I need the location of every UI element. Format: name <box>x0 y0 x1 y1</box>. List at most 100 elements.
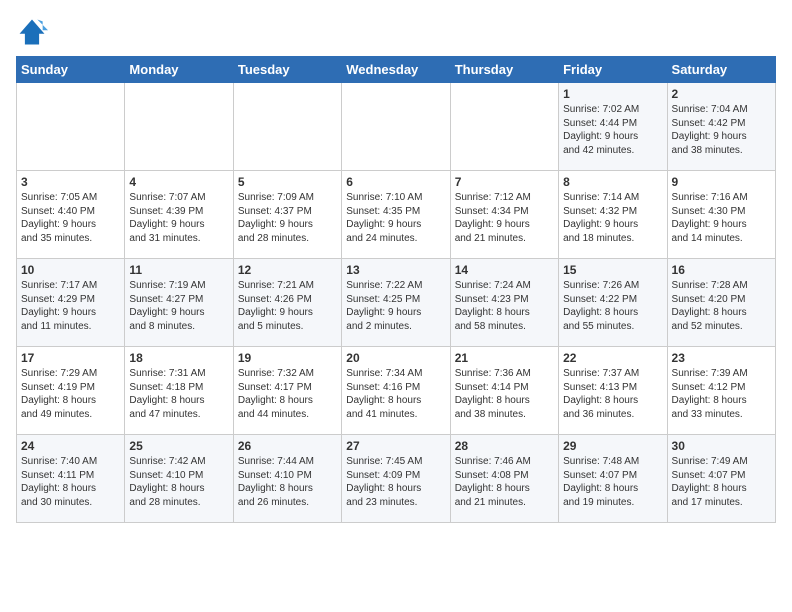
day-number: 22 <box>563 351 662 365</box>
day-cell: 1 Sunrise: 7:02 AM Sunset: 4:44 PM Daylig… <box>559 83 667 171</box>
day-number: 19 <box>238 351 337 365</box>
day-number: 4 <box>129 175 228 189</box>
day-info: Sunrise: 7:24 AM Sunset: 4:23 PM Dayligh… <box>455 279 554 333</box>
day-number: 11 <box>129 263 228 277</box>
day-number: 12 <box>238 263 337 277</box>
day-info: Sunrise: 7:09 AM Sunset: 4:37 PM Dayligh… <box>238 191 337 245</box>
day-info: Sunrise: 7:39 AM Sunset: 4:12 PM Dayligh… <box>672 367 771 421</box>
day-cell: 15 Sunrise: 7:26 AM Sunset: 4:22 PM Dayli… <box>559 259 667 347</box>
day-cell: 22 Sunrise: 7:37 AM Sunset: 4:13 PM Dayli… <box>559 347 667 435</box>
day-info: Sunrise: 7:45 AM Sunset: 4:09 PM Dayligh… <box>346 455 445 509</box>
day-cell: 3 Sunrise: 7:05 AM Sunset: 4:40 PM Daylig… <box>17 171 125 259</box>
day-info: Sunrise: 7:16 AM Sunset: 4:30 PM Dayligh… <box>672 191 771 245</box>
header-saturday: Saturday <box>667 57 775 83</box>
day-number: 2 <box>672 87 771 101</box>
day-cell <box>17 83 125 171</box>
day-number: 13 <box>346 263 445 277</box>
day-number: 15 <box>563 263 662 277</box>
day-cell: 20 Sunrise: 7:34 AM Sunset: 4:16 PM Dayli… <box>342 347 450 435</box>
week-row-5: 24 Sunrise: 7:40 AM Sunset: 4:11 PM Dayli… <box>17 435 776 523</box>
day-cell: 19 Sunrise: 7:32 AM Sunset: 4:17 PM Dayli… <box>233 347 341 435</box>
day-number: 17 <box>21 351 120 365</box>
day-info: Sunrise: 7:14 AM Sunset: 4:32 PM Dayligh… <box>563 191 662 245</box>
day-cell: 30Sunrise: 7:49 AM Sunset: 4:07 PM Dayli… <box>667 435 775 523</box>
day-number: 21 <box>455 351 554 365</box>
day-info: Sunrise: 7:22 AM Sunset: 4:25 PM Dayligh… <box>346 279 445 333</box>
day-info: Sunrise: 7:37 AM Sunset: 4:13 PM Dayligh… <box>563 367 662 421</box>
day-info: Sunrise: 7:36 AM Sunset: 4:14 PM Dayligh… <box>455 367 554 421</box>
day-number: 20 <box>346 351 445 365</box>
day-info: Sunrise: 7:32 AM Sunset: 4:17 PM Dayligh… <box>238 367 337 421</box>
header <box>16 16 776 48</box>
day-number: 10 <box>21 263 120 277</box>
week-row-2: 3 Sunrise: 7:05 AM Sunset: 4:40 PM Daylig… <box>17 171 776 259</box>
day-number: 8 <box>563 175 662 189</box>
day-info: Sunrise: 7:46 AM Sunset: 4:08 PM Dayligh… <box>455 455 554 509</box>
day-cell: 8 Sunrise: 7:14 AM Sunset: 4:32 PM Daylig… <box>559 171 667 259</box>
day-info: Sunrise: 7:17 AM Sunset: 4:29 PM Dayligh… <box>21 279 120 333</box>
day-cell: 17 Sunrise: 7:29 AM Sunset: 4:19 PM Dayli… <box>17 347 125 435</box>
day-number: 23 <box>672 351 771 365</box>
day-number: 5 <box>238 175 337 189</box>
day-info: Sunrise: 7:02 AM Sunset: 4:44 PM Dayligh… <box>563 103 662 157</box>
day-cell: 21 Sunrise: 7:36 AM Sunset: 4:14 PM Dayli… <box>450 347 558 435</box>
week-row-4: 17 Sunrise: 7:29 AM Sunset: 4:19 PM Dayli… <box>17 347 776 435</box>
day-cell: 12 Sunrise: 7:21 AM Sunset: 4:26 PM Dayli… <box>233 259 341 347</box>
day-number: 3 <box>21 175 120 189</box>
day-cell: 23 Sunrise: 7:39 AM Sunset: 4:12 PM Dayli… <box>667 347 775 435</box>
header-tuesday: Tuesday <box>233 57 341 83</box>
day-number: 14 <box>455 263 554 277</box>
day-info: Sunrise: 7:48 AM Sunset: 4:07 PM Dayligh… <box>563 455 662 509</box>
logo-icon <box>16 16 48 48</box>
day-cell: 26 Sunrise: 7:44 AM Sunset: 4:10 PM Dayli… <box>233 435 341 523</box>
day-cell: 27 Sunrise: 7:45 AM Sunset: 4:09 PM Dayli… <box>342 435 450 523</box>
day-info: Sunrise: 7:26 AM Sunset: 4:22 PM Dayligh… <box>563 279 662 333</box>
day-cell: 25 Sunrise: 7:42 AM Sunset: 4:10 PM Dayli… <box>125 435 233 523</box>
day-info: Sunrise: 7:29 AM Sunset: 4:19 PM Dayligh… <box>21 367 120 421</box>
day-cell: 16 Sunrise: 7:28 AM Sunset: 4:20 PM Dayli… <box>667 259 775 347</box>
day-number: 30 <box>672 439 771 453</box>
day-number: 24 <box>21 439 120 453</box>
day-cell: 29 Sunrise: 7:48 AM Sunset: 4:07 PM Dayli… <box>559 435 667 523</box>
day-cell: 14 Sunrise: 7:24 AM Sunset: 4:23 PM Dayli… <box>450 259 558 347</box>
day-info: Sunrise: 7:05 AM Sunset: 4:40 PM Dayligh… <box>21 191 120 245</box>
day-info: Sunrise: 7:28 AM Sunset: 4:20 PM Dayligh… <box>672 279 771 333</box>
day-cell: 11 Sunrise: 7:19 AM Sunset: 4:27 PM Dayli… <box>125 259 233 347</box>
day-info: Sunrise: 7:42 AM Sunset: 4:10 PM Dayligh… <box>129 455 228 509</box>
day-number: 28 <box>455 439 554 453</box>
day-cell <box>233 83 341 171</box>
calendar-header-row: SundayMondayTuesdayWednesdayThursdayFrid… <box>17 57 776 83</box>
day-number: 27 <box>346 439 445 453</box>
day-cell: 10 Sunrise: 7:17 AM Sunset: 4:29 PM Dayli… <box>17 259 125 347</box>
day-number: 26 <box>238 439 337 453</box>
day-cell: 7 Sunrise: 7:12 AM Sunset: 4:34 PM Daylig… <box>450 171 558 259</box>
day-number: 18 <box>129 351 228 365</box>
header-wednesday: Wednesday <box>342 57 450 83</box>
day-number: 25 <box>129 439 228 453</box>
day-info: Sunrise: 7:04 AM Sunset: 4:42 PM Dayligh… <box>672 103 771 157</box>
day-cell: 4 Sunrise: 7:07 AM Sunset: 4:39 PM Daylig… <box>125 171 233 259</box>
week-row-3: 10 Sunrise: 7:17 AM Sunset: 4:29 PM Dayli… <box>17 259 776 347</box>
day-number: 1 <box>563 87 662 101</box>
day-info: Sunrise: 7:10 AM Sunset: 4:35 PM Dayligh… <box>346 191 445 245</box>
day-info: Sunrise: 7:07 AM Sunset: 4:39 PM Dayligh… <box>129 191 228 245</box>
day-info: Sunrise: 7:44 AM Sunset: 4:10 PM Dayligh… <box>238 455 337 509</box>
calendar-table: SundayMondayTuesdayWednesdayThursdayFrid… <box>16 56 776 523</box>
day-cell <box>125 83 233 171</box>
day-info: Sunrise: 7:34 AM Sunset: 4:16 PM Dayligh… <box>346 367 445 421</box>
day-number: 29 <box>563 439 662 453</box>
day-cell: 5 Sunrise: 7:09 AM Sunset: 4:37 PM Daylig… <box>233 171 341 259</box>
day-cell: 28 Sunrise: 7:46 AM Sunset: 4:08 PM Dayli… <box>450 435 558 523</box>
day-cell <box>450 83 558 171</box>
day-info: Sunrise: 7:19 AM Sunset: 4:27 PM Dayligh… <box>129 279 228 333</box>
day-number: 7 <box>455 175 554 189</box>
day-info: Sunrise: 7:40 AM Sunset: 4:11 PM Dayligh… <box>21 455 120 509</box>
day-info: Sunrise: 7:12 AM Sunset: 4:34 PM Dayligh… <box>455 191 554 245</box>
day-number: 16 <box>672 263 771 277</box>
day-info: Sunrise: 7:21 AM Sunset: 4:26 PM Dayligh… <box>238 279 337 333</box>
day-cell: 9 Sunrise: 7:16 AM Sunset: 4:30 PM Daylig… <box>667 171 775 259</box>
week-row-1: 1 Sunrise: 7:02 AM Sunset: 4:44 PM Daylig… <box>17 83 776 171</box>
day-number: 9 <box>672 175 771 189</box>
header-thursday: Thursday <box>450 57 558 83</box>
day-cell: 2 Sunrise: 7:04 AM Sunset: 4:42 PM Daylig… <box>667 83 775 171</box>
